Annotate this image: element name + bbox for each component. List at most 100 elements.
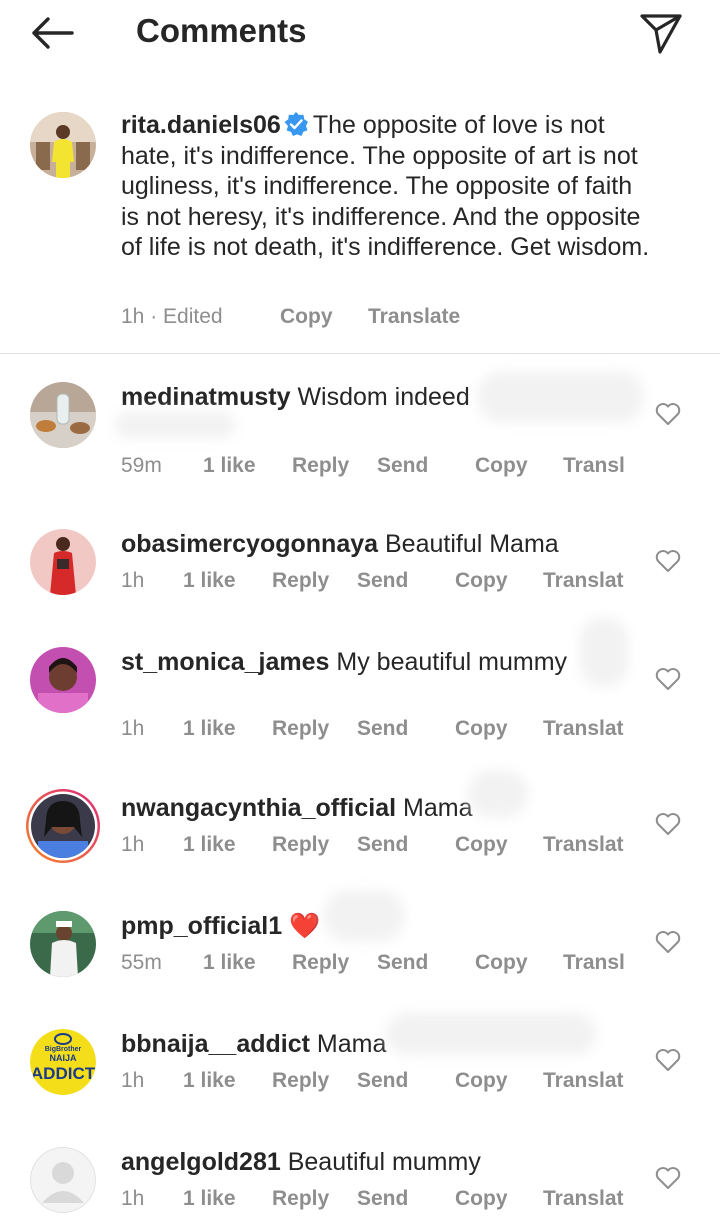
comment-time: 1h — [121, 1069, 145, 1092]
heart-outline-icon — [655, 668, 681, 690]
like-button[interactable] — [654, 1046, 682, 1074]
page-title: Comments — [136, 12, 307, 49]
heart-outline-icon — [655, 1167, 681, 1189]
redaction-blur — [386, 1013, 596, 1055]
likes-count[interactable]: 1 like — [203, 454, 256, 478]
translate-button[interactable]: Transl — [563, 454, 625, 478]
post-caption: rita.daniels06 The opposite of love is no… — [0, 100, 720, 352]
header: Comments — [0, 0, 720, 70]
avatar[interactable]: BigBrother NAIJA ADDICT — [30, 1029, 96, 1095]
translate-button[interactable]: Translat — [543, 1187, 624, 1211]
translate-button[interactable]: Transl — [563, 951, 625, 975]
translate-button[interactable]: Translate — [368, 305, 460, 329]
comment-username[interactable]: angelgold281 — [121, 1148, 281, 1176]
comment-body: Beautiful mummy — [287, 1148, 481, 1176]
comment-text: angelgold281 Beautiful mummy — [121, 1147, 681, 1178]
default-avatar-icon — [30, 1147, 96, 1213]
avatar[interactable] — [30, 112, 96, 178]
comment-time: 1h — [121, 833, 145, 856]
likes-count[interactable]: 1 like — [183, 1187, 236, 1211]
comment-body: Mama — [316, 1030, 387, 1058]
comment-body: Mama — [403, 794, 473, 822]
copy-button[interactable]: Copy — [280, 305, 333, 329]
comment-username[interactable]: pmp_official1 — [121, 912, 282, 940]
heart-outline-icon — [655, 403, 681, 425]
copy-button[interactable]: Copy — [455, 1187, 508, 1211]
like-button[interactable] — [654, 928, 682, 956]
send-button[interactable]: Send — [357, 569, 408, 593]
translate-button[interactable]: Translat — [543, 717, 624, 741]
logo-text-line2: NAIJA — [49, 1053, 77, 1063]
like-button[interactable] — [654, 810, 682, 838]
translate-button[interactable]: Translat — [543, 833, 624, 857]
comment-time: 1h — [121, 569, 145, 592]
copy-button[interactable]: Copy — [475, 454, 528, 478]
back-arrow-icon — [32, 17, 74, 49]
reply-button[interactable]: Reply — [272, 1069, 329, 1093]
send-direct-icon — [640, 14, 682, 54]
reply-button[interactable]: Reply — [272, 569, 329, 593]
copy-button[interactable]: Copy — [455, 1069, 508, 1093]
heart-outline-icon — [655, 1049, 681, 1071]
logo-text-line3: ADDICT — [31, 1064, 96, 1083]
likes-count[interactable]: 1 like — [183, 717, 236, 741]
reply-button[interactable]: Reply — [272, 717, 329, 741]
back-button[interactable] — [28, 12, 78, 54]
comment-body: Wisdom indeed — [297, 383, 470, 411]
copy-button[interactable]: Copy — [475, 951, 528, 975]
likes-count[interactable]: 1 like — [183, 833, 236, 857]
reply-button[interactable]: Reply — [292, 454, 349, 478]
send-button[interactable]: Send — [357, 1187, 408, 1211]
heart-outline-icon — [655, 813, 681, 835]
comment-username[interactable]: nwangacynthia_official — [121, 794, 396, 822]
verified-badge-icon — [284, 112, 308, 136]
redaction-blur — [468, 771, 528, 817]
comment-username[interactable]: medinatmusty — [121, 383, 290, 411]
comment-text: nwangacynthia_official Mama — [121, 793, 681, 824]
like-button[interactable] — [654, 547, 682, 575]
redaction-blur — [580, 617, 628, 687]
likes-count[interactable]: 1 like — [203, 951, 256, 975]
comment-time: 1h — [121, 717, 145, 740]
likes-count[interactable]: 1 like — [183, 569, 236, 593]
send-button[interactable]: Send — [377, 454, 428, 478]
caption-text-block: rita.daniels06 The opposite of love is no… — [121, 110, 656, 263]
caption-username[interactable]: rita.daniels06 — [121, 111, 281, 139]
avatar[interactable] — [30, 647, 96, 713]
avatar[interactable] — [30, 529, 96, 595]
avatar[interactable] — [30, 911, 96, 977]
comment-time: 59m — [121, 454, 162, 477]
comment-body: ❤️ — [289, 912, 321, 940]
translate-button[interactable]: Translat — [543, 1069, 624, 1093]
reply-button[interactable]: Reply — [272, 1187, 329, 1211]
like-button[interactable] — [654, 1164, 682, 1192]
avatar[interactable] — [30, 1147, 96, 1213]
copy-button[interactable]: Copy — [455, 569, 508, 593]
like-button[interactable] — [654, 665, 682, 693]
story-ring-avatar[interactable] — [24, 787, 102, 865]
redaction-blur — [115, 412, 235, 438]
send-button[interactable]: Send — [377, 951, 428, 975]
comment-text: obasimercyogonnaya Beautiful Mama — [121, 529, 681, 560]
caption-time: 1h · Edited — [121, 305, 223, 328]
comment-body: Beautiful Mama — [384, 530, 559, 558]
send-button[interactable]: Send — [357, 1069, 408, 1093]
comment-username[interactable]: obasimercyogonnaya — [121, 530, 378, 558]
reply-button[interactable]: Reply — [292, 951, 349, 975]
comment-username[interactable]: bbnaija__addict — [121, 1030, 310, 1058]
send-button[interactable]: Send — [357, 717, 408, 741]
like-button[interactable] — [654, 400, 682, 428]
translate-button[interactable]: Translat — [543, 569, 624, 593]
send-button[interactable]: Send — [357, 833, 408, 857]
redaction-blur — [324, 891, 404, 941]
copy-button[interactable]: Copy — [455, 833, 508, 857]
share-button[interactable] — [636, 8, 686, 56]
comment-username[interactable]: st_monica_james — [121, 648, 329, 676]
redaction-blur — [478, 372, 643, 422]
avatar[interactable] — [30, 382, 96, 448]
copy-button[interactable]: Copy — [455, 717, 508, 741]
heart-outline-icon — [655, 931, 681, 953]
reply-button[interactable]: Reply — [272, 833, 329, 857]
heart-outline-icon — [655, 550, 681, 572]
likes-count[interactable]: 1 like — [183, 1069, 236, 1093]
